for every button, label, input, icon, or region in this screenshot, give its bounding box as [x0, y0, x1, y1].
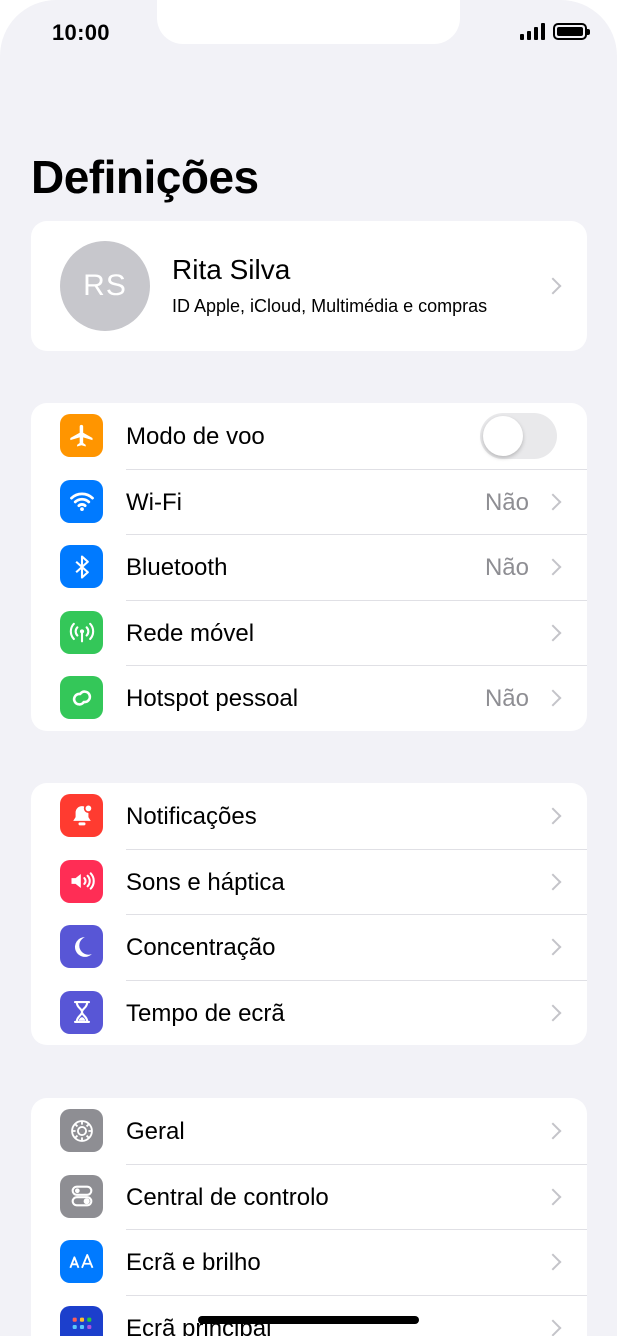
chevron-right-icon: [544, 807, 562, 825]
row-label: Central de controlo: [126, 1183, 329, 1211]
settings-row-bluetooth[interactable]: Bluetooth Não: [31, 534, 587, 600]
chevron-right-icon: [544, 624, 562, 641]
notifications-group: Notificações Sons e háptica Concentração…: [31, 783, 587, 1045]
row-label: Notificações: [126, 803, 257, 830]
hotspot-icon: [60, 676, 103, 719]
settings-row-focus[interactable]: Concentração: [31, 914, 587, 980]
row-value: Não: [484, 554, 529, 581]
chevron-right-icon: [544, 493, 562, 510]
row-label: Tempo de ecrã: [126, 999, 285, 1027]
row-label: Concentração: [126, 934, 276, 961]
switches-icon: [60, 1174, 103, 1218]
profile-subtitle: ID Apple, iCloud, Multimédia e compras: [172, 296, 488, 316]
hourglass-icon: [60, 990, 103, 1034]
row-label: Hotspot pessoal: [126, 685, 299, 712]
gear-icon: [60, 1109, 103, 1152]
row-label: Rede móvel: [126, 619, 255, 647]
wifi-icon: [60, 479, 103, 523]
moon-icon: [60, 925, 103, 968]
chevron-right-icon: [544, 689, 562, 707]
settings-row-mobile-network[interactable]: Rede móvel: [31, 599, 587, 666]
settings-row-notifications[interactable]: Notificações: [31, 783, 587, 849]
settings-row-airplane-mode: Modo de voo: [31, 403, 587, 469]
antenna-icon: [60, 610, 103, 654]
settings-screen: 10:00 Definições RS Rita Silva ID Apple,…: [0, 0, 617, 1336]
status-icons: [520, 22, 590, 40]
settings-row-wifi[interactable]: Wi-Fi Não: [31, 468, 587, 535]
chevron-right-icon: [544, 558, 562, 576]
row-label: Sons e háptica: [126, 868, 285, 896]
page-title: Definições: [31, 151, 259, 203]
row-label: Ecrã e brilho: [126, 1249, 261, 1276]
speaker-icon: [60, 859, 103, 903]
bell-icon: [60, 794, 103, 837]
row-value: Não: [484, 685, 529, 712]
settings-row-personal-hotspot[interactable]: Hotspot pessoal Não: [31, 665, 587, 731]
row-label: Bluetooth: [126, 554, 228, 581]
settings-row-display-brightness[interactable]: Ecrã e brilho: [31, 1229, 587, 1295]
chevron-right-icon: [544, 938, 562, 956]
chevron-right-icon: [544, 1319, 562, 1336]
settings-row-general[interactable]: Geral: [31, 1098, 587, 1164]
chevron-right-icon: [544, 873, 562, 890]
battery-icon: [553, 22, 590, 40]
home-indicator[interactable]: [198, 1316, 419, 1324]
chevron-right-icon: [544, 1004, 562, 1021]
avatar: RS: [60, 241, 150, 331]
airplane-icon: [60, 414, 103, 457]
airplane-mode-toggle[interactable]: [480, 413, 557, 459]
apple-id-profile-row[interactable]: RS Rita Silva ID Apple, iCloud, Multiméd…: [31, 221, 587, 351]
home-grid-icon: [60, 1305, 103, 1336]
settings-row-control-centre[interactable]: Central de controlo: [31, 1163, 587, 1230]
status-time: 10:00: [52, 20, 110, 45]
profile-name: Rita Silva: [172, 254, 291, 285]
settings-row-sounds-haptics[interactable]: Sons e háptica: [31, 848, 587, 915]
settings-row-screen-time[interactable]: Tempo de ecrã: [31, 979, 587, 1046]
row-label: Geral: [126, 1118, 185, 1145]
chevron-right-icon: [544, 1122, 562, 1140]
row-label: Modo de voo: [126, 423, 265, 450]
chevron-right-icon: [544, 1253, 562, 1271]
cellular-signal-icon: [520, 22, 545, 40]
row-value: Não: [484, 488, 529, 516]
connectivity-group: Modo de voo Wi-Fi Não Bluetooth Não Rede…: [31, 403, 587, 731]
chevron-right-icon: [544, 277, 562, 295]
text-size-icon: [60, 1240, 103, 1283]
general-group: Geral Central de controlo Ecrã e brilho …: [31, 1098, 587, 1336]
row-label: Wi-Fi: [126, 488, 182, 516]
bluetooth-icon: [60, 545, 103, 588]
notch: [157, 0, 460, 44]
chevron-right-icon: [544, 1188, 562, 1205]
